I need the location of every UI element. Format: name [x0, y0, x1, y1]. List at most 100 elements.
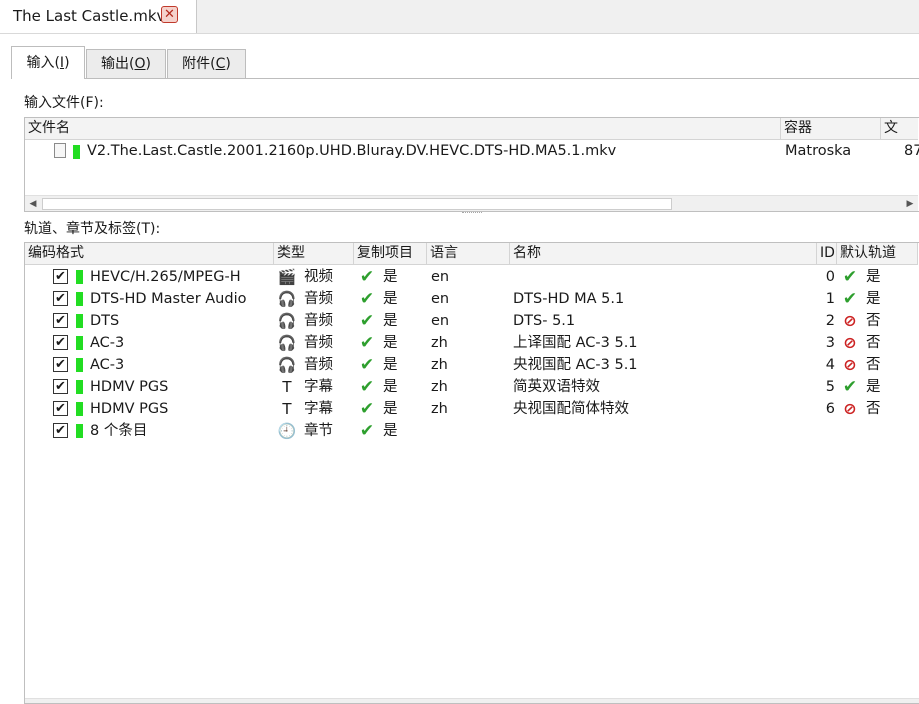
track-list[interactable]: 编码格式 类型 复制项目 语言 名称 ID 默认轨道 ✔ HEVC/H.265/M…: [24, 242, 919, 704]
track-type: 字幕: [304, 401, 333, 417]
column-container[interactable]: 容器: [781, 118, 881, 139]
track-checkbox[interactable]: ✔: [53, 269, 68, 284]
track-language: zh: [431, 401, 448, 417]
track-default: 否: [866, 313, 881, 329]
track-copy: 是: [383, 401, 398, 417]
tab-output-prefix: 输出(: [101, 56, 135, 72]
track-checkbox[interactable]: ✔: [53, 291, 68, 306]
copy-check-icon: ✔: [359, 355, 375, 375]
clapperboard-icon: 🎬: [277, 268, 297, 286]
file-container: Matroska: [785, 143, 852, 159]
tab-attachments-suffix: ): [225, 56, 231, 72]
column-copy-item[interactable]: 复制项目: [354, 243, 427, 264]
track-copy: 是: [383, 335, 398, 351]
track-codec: HDMV PGS: [90, 379, 169, 395]
track-name: DTS- 5.1: [513, 313, 576, 329]
track-name: DTS-HD MA 5.1: [513, 291, 625, 307]
copy-check-icon: ✔: [359, 311, 375, 331]
file-icon: [54, 143, 66, 158]
file-row[interactable]: V2.The.Last.Castle.2001.2160p.UHD.Bluray…: [25, 141, 919, 163]
scroll-thumb[interactable]: [42, 198, 672, 210]
headphones-icon: 🎧: [277, 290, 297, 308]
track-row[interactable]: ✔ HDMV PGS T 字幕 ✔ 是 zh 简英双语特效 5 ✔ 是: [25, 376, 918, 398]
input-file-list[interactable]: 文件名 容器 文 V2.The.Last.Castle.2001.2160p.U…: [24, 117, 919, 212]
track-codec: DTS-HD Master Audio: [90, 291, 247, 307]
track-row[interactable]: ✔ HDMV PGS T 字幕 ✔ 是 zh 央视国配简体特效 6 ⊘ 否: [25, 398, 918, 420]
column-type[interactable]: 类型: [274, 243, 354, 264]
splitter-handle[interactable]: [462, 212, 482, 216]
track-row[interactable]: ✔ AC-3 🎧 音频 ✔ 是 zh 上译国配 AC-3 5.1 3 ⊘ 否: [25, 332, 918, 354]
text-icon: T: [282, 378, 292, 396]
track-copy: 是: [383, 313, 398, 329]
track-status-marker: [76, 292, 83, 306]
track-checkbox[interactable]: ✔: [53, 423, 68, 438]
column-codec[interactable]: 编码格式: [25, 243, 274, 264]
track-row[interactable]: ✔ DTS 🎧 音频 ✔ 是 en DTS- 5.1 2 ⊘ 否: [25, 310, 918, 332]
tab-input-suffix: ): [64, 55, 70, 71]
tab-page-border: [11, 78, 919, 79]
column-id[interactable]: ID: [817, 243, 837, 264]
track-checkbox[interactable]: ✔: [53, 401, 68, 416]
tab-attachments[interactable]: 附件(C): [167, 49, 246, 79]
track-status-marker: [76, 336, 83, 350]
track-codec: HDMV PGS: [90, 401, 169, 417]
text-icon: T: [282, 400, 292, 418]
tab-output-mnemonic: O: [134, 56, 146, 72]
track-language: en: [431, 269, 450, 285]
scroll-left-arrow-icon[interactable]: ◀: [25, 196, 41, 211]
track-copy: 是: [383, 423, 398, 439]
tab-input-prefix: 输入(: [26, 55, 60, 71]
default-no-icon: ⊘: [843, 333, 857, 352]
track-row[interactable]: ✔ HEVC/H.265/MPEG-H 🎬 视频 ✔ 是 en 0 ✔ 是: [25, 266, 918, 288]
track-copy: 是: [383, 379, 398, 395]
tab-output[interactable]: 输出(O): [86, 49, 166, 79]
document-tab[interactable]: The Last Castle.mkv ✕: [0, 0, 197, 33]
track-list-scrollbar[interactable]: [25, 698, 919, 703]
track-status-marker: [76, 358, 83, 372]
track-checkbox[interactable]: ✔: [53, 313, 68, 328]
track-name: 上译国配 AC-3 5.1: [513, 335, 638, 351]
track-codec: AC-3: [90, 335, 125, 351]
default-no-icon: ⊘: [843, 311, 857, 330]
track-codec: HEVC/H.265/MPEG-H: [90, 269, 241, 285]
track-codec: AC-3: [90, 357, 125, 373]
track-status-marker: [76, 314, 83, 328]
track-id: 5: [825, 379, 835, 395]
track-row[interactable]: ✔ 8 个条目 🕘 章节 ✔ 是: [25, 420, 918, 442]
horizontal-scrollbar[interactable]: ◀ ▶: [25, 195, 918, 211]
column-file-size[interactable]: 文: [881, 118, 919, 139]
default-check-icon: ✔: [842, 377, 858, 397]
headphones-icon: 🎧: [277, 334, 297, 352]
column-default-track[interactable]: 默认轨道: [837, 243, 918, 264]
track-status-marker: [76, 270, 83, 284]
track-status-marker: [76, 424, 83, 438]
default-no-icon: ⊘: [843, 355, 857, 374]
tab-input[interactable]: 输入(I): [11, 46, 85, 79]
track-list-header: 编码格式 类型 复制项目 语言 名称 ID 默认轨道: [25, 243, 918, 265]
track-checkbox[interactable]: ✔: [53, 357, 68, 372]
track-type: 音频: [304, 335, 333, 351]
copy-check-icon: ✔: [359, 267, 375, 287]
track-copy: 是: [383, 357, 398, 373]
track-language: zh: [431, 379, 448, 395]
default-check-icon: ✔: [842, 289, 858, 309]
headphones-icon: 🎧: [277, 356, 297, 374]
column-language[interactable]: 语言: [427, 243, 510, 264]
track-checkbox[interactable]: ✔: [53, 379, 68, 394]
close-tab-button[interactable]: ✕: [161, 6, 178, 23]
track-row[interactable]: ✔ DTS-HD Master Audio 🎧 音频 ✔ 是 en DTS-HD MA 5.1…: [25, 288, 918, 310]
track-codec: 8 个条目: [90, 423, 148, 439]
copy-check-icon: ✔: [359, 399, 375, 419]
tab-output-suffix: ): [145, 56, 151, 72]
default-check-icon: ✔: [842, 267, 858, 287]
track-name: 央视国配简体特效: [513, 401, 629, 417]
column-name[interactable]: 名称: [510, 243, 817, 264]
track-checkbox[interactable]: ✔: [53, 335, 68, 350]
track-default: 否: [866, 335, 881, 351]
scroll-right-arrow-icon[interactable]: ▶: [902, 196, 918, 211]
column-filename[interactable]: 文件名: [25, 118, 781, 139]
track-copy: 是: [383, 269, 398, 285]
track-row[interactable]: ✔ AC-3 🎧 音频 ✔ 是 zh 央视国配 AC-3 5.1 4 ⊘ 否: [25, 354, 918, 376]
track-id: 4: [825, 357, 835, 373]
file-list-header: 文件名 容器 文: [25, 118, 918, 140]
